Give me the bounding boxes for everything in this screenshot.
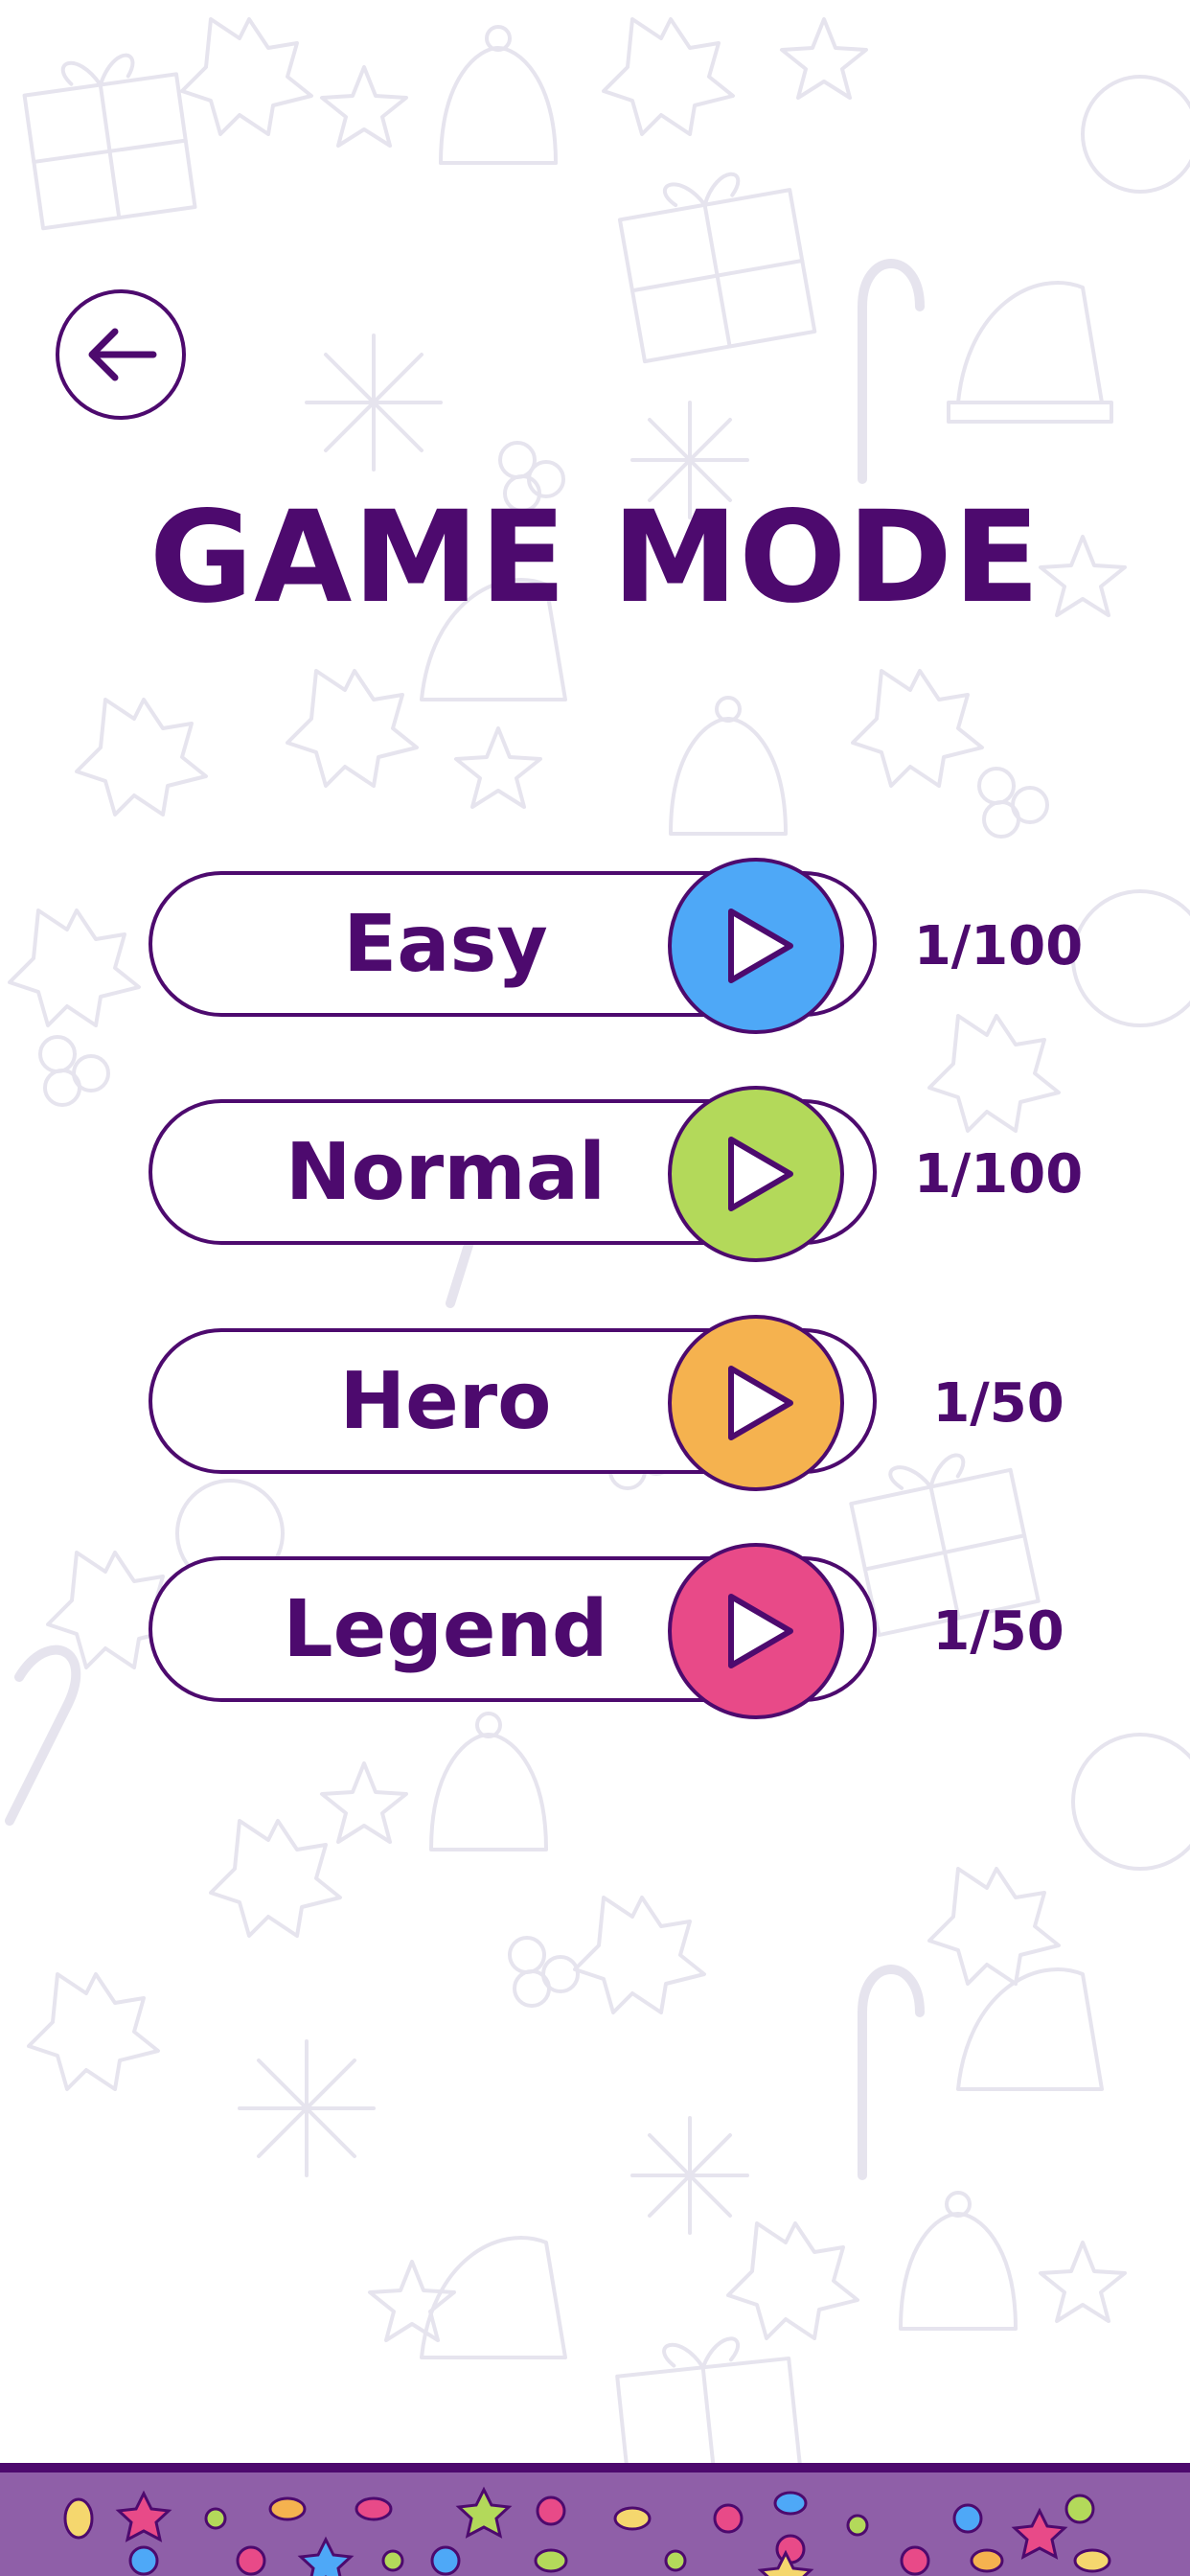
bell-icon (429, 1712, 548, 1852)
holly-leaf-icon (851, 669, 984, 788)
holly-leaf-icon (209, 1819, 342, 1938)
mode-hero-label: Hero (339, 1355, 552, 1447)
gift-icon (22, 53, 197, 231)
santa-hat-icon (420, 2236, 567, 2359)
mode-legend-label: Legend (283, 1583, 608, 1675)
mode-legend-progress: 1/50 (932, 1599, 1064, 1663)
ornament-icon (1081, 75, 1190, 194)
mode-normal-label: Normal (285, 1126, 606, 1218)
play-icon (728, 1366, 793, 1440)
star-icon (454, 726, 542, 809)
page-title: GAME MODE (149, 484, 1041, 632)
candy-cane-icon (858, 1965, 925, 2180)
arrow-left-icon (88, 328, 157, 381)
mode-normal-progress: 1/100 (913, 1142, 1084, 1206)
footer-bar (0, 2463, 1190, 2576)
bell-icon (669, 696, 788, 836)
holly-leaf-icon (602, 17, 735, 136)
snowflake-icon (305, 334, 443, 472)
back-button[interactable] (56, 289, 186, 420)
holly-leaf-icon (8, 908, 141, 1027)
berries-icon (508, 1936, 580, 2008)
play-easy-button[interactable] (668, 858, 844, 1034)
gift-icon (615, 2336, 803, 2463)
star-icon (320, 65, 408, 148)
mode-row-hero[interactable]: Hero 1/50 (146, 1315, 1065, 1491)
holly-leaf-icon (180, 17, 313, 136)
holly-leaf-icon (927, 1867, 1061, 1986)
play-legend-button[interactable] (668, 1543, 844, 1719)
berries-icon (38, 1035, 110, 1107)
bell-icon (439, 25, 558, 165)
holly-leaf-icon (27, 1972, 160, 2091)
star-icon (368, 2260, 456, 2342)
play-normal-button[interactable] (668, 1086, 844, 1262)
bell-icon (899, 2191, 1018, 2331)
mode-row-normal[interactable]: Normal 1/100 (146, 1086, 1083, 1262)
holly-leaf-icon (726, 2221, 859, 2340)
play-icon (728, 908, 793, 983)
gift-icon (617, 172, 817, 364)
mode-row-legend[interactable]: Legend 1/50 (146, 1543, 1065, 1719)
snowflake-icon (630, 2116, 749, 2235)
holly-leaf-icon (573, 1896, 706, 2014)
santa-hat-icon (947, 281, 1113, 424)
star-icon (780, 17, 868, 100)
star-icon (320, 1761, 408, 1844)
candy-cane-icon (5, 1644, 81, 1826)
holly-leaf-icon (286, 669, 419, 788)
candy-cane-icon (858, 259, 925, 484)
play-icon (728, 1137, 793, 1211)
play-hero-button[interactable] (668, 1315, 844, 1491)
mode-easy-progress: 1/100 (913, 914, 1084, 978)
confetti-decoration (63, 2486, 1111, 2576)
play-icon (728, 1594, 793, 1668)
berries-icon (977, 767, 1049, 839)
santa-hat-icon (956, 1967, 1104, 2091)
ornament-icon (1071, 1733, 1190, 1871)
holly-leaf-icon (75, 698, 208, 816)
mode-row-easy[interactable]: Easy 1/100 (146, 858, 1083, 1034)
star-icon (1039, 2241, 1127, 2323)
mode-easy-label: Easy (343, 898, 548, 990)
mode-hero-progress: 1/50 (932, 1371, 1064, 1435)
snowflake-icon (238, 2039, 376, 2177)
